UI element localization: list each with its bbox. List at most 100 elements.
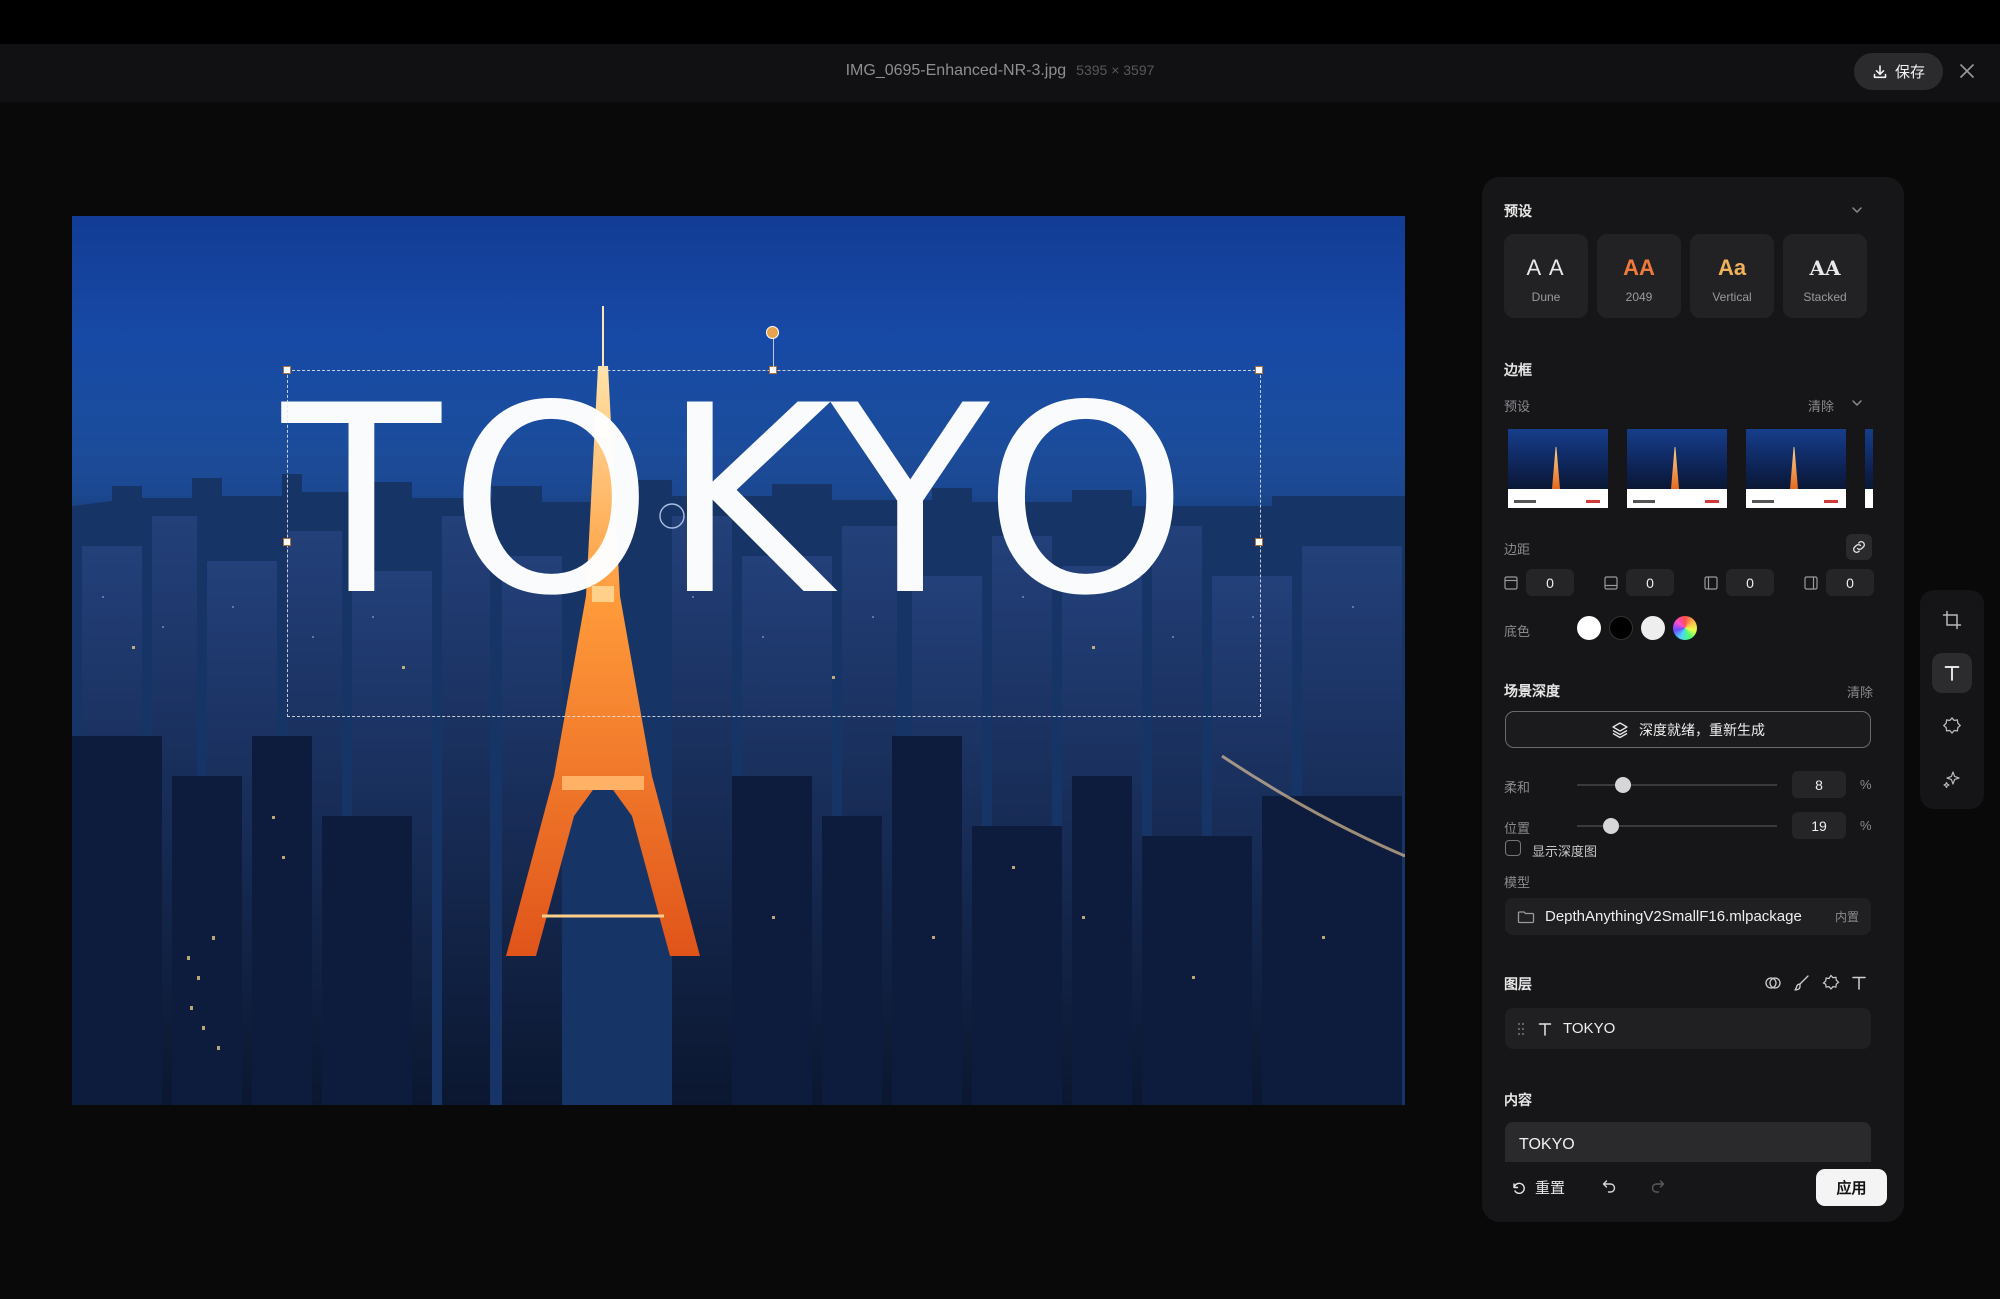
margin-left-input[interactable]: 0	[1726, 569, 1774, 596]
swatch-black[interactable]	[1609, 616, 1633, 640]
margin-left-icon	[1704, 576, 1718, 590]
preset-name: Stacked	[1803, 290, 1847, 304]
base-color-label: 底色	[1504, 624, 1531, 639]
margin-right-input[interactable]: 0	[1826, 569, 1874, 596]
image-canvas[interactable]: TOKYO	[72, 216, 1405, 1105]
model-name: DepthAnythingV2SmallF16.mlpackage	[1545, 908, 1802, 925]
preset-dune[interactable]: A A Dune	[1504, 234, 1588, 318]
show-depth-checkbox[interactable]	[1505, 840, 1521, 856]
selection-box	[287, 370, 1261, 717]
border-thumb[interactable]	[1508, 429, 1608, 508]
preset-name: 2049	[1625, 290, 1653, 304]
regenerate-depth-button[interactable]: 深度就绪，重新生成	[1505, 711, 1871, 748]
layer-name: TOKYO	[1563, 1020, 1616, 1037]
swatch-custom-color[interactable]	[1673, 616, 1697, 640]
text-layer-icon	[1537, 1021, 1553, 1037]
sparkle-icon	[1942, 769, 1962, 789]
chevron-down-icon[interactable]	[1850, 396, 1864, 410]
close-button[interactable]	[1954, 58, 1980, 84]
layers-heading: 图层	[1504, 976, 1532, 992]
undo-icon[interactable]	[1601, 1178, 1617, 1194]
margin-top-icon	[1504, 576, 1518, 590]
border-thumb[interactable]	[1746, 429, 1846, 508]
reset-label: 重置	[1535, 1180, 1566, 1197]
border-thumb[interactable]	[1627, 429, 1727, 508]
reset-icon	[1511, 1180, 1527, 1196]
model-label: 模型	[1504, 875, 1531, 890]
inspector-panel: 预设 A A Dune AA 2049 Aa Vertical AA Stack…	[1482, 177, 1904, 1222]
badge-icon[interactable]	[1822, 974, 1840, 992]
position-label: 位置	[1504, 821, 1531, 836]
window-top-strip	[0, 0, 2000, 44]
chevron-down-icon[interactable]	[1850, 203, 1864, 217]
tool-rail	[1920, 590, 1984, 809]
depth-heading: 场景深度	[1504, 683, 1560, 699]
margin-top-input[interactable]: 0	[1526, 569, 1574, 596]
resize-handle-left[interactable]	[283, 538, 291, 546]
drag-handle-icon[interactable]	[1517, 1022, 1525, 1036]
preset-glyph: AA	[1623, 255, 1655, 280]
model-badge: 内置	[1834, 910, 1859, 924]
margin-right-icon	[1804, 576, 1818, 590]
preset-name: Vertical	[1712, 290, 1752, 304]
reset-button[interactable]: 重置	[1511, 1177, 1565, 1198]
image-dimensions: 5395 × 3597	[1076, 62, 1155, 78]
file-name: IMG_0695-Enhanced-NR-3.jpg	[845, 62, 1067, 79]
softness-label: 柔和	[1504, 780, 1531, 795]
preset-name: Dune	[1531, 290, 1561, 304]
resize-handle-right[interactable]	[1255, 538, 1263, 546]
margin-label: 边距	[1504, 542, 1531, 557]
regenerate-depth-label: 深度就绪，重新生成	[1639, 721, 1765, 738]
presets-heading: 预设	[1504, 203, 1532, 219]
preset-glyph: AA	[1809, 256, 1841, 280]
apply-button[interactable]: 应用	[1816, 1169, 1887, 1206]
save-label: 保存	[1894, 64, 1925, 81]
resize-handle-top-right[interactable]	[1255, 366, 1263, 374]
layer-item[interactable]: TOKYO	[1505, 1008, 1871, 1049]
margin-bottom-icon	[1604, 576, 1618, 590]
swatch-light-gray[interactable]	[1641, 616, 1665, 640]
badge-icon	[1942, 716, 1962, 736]
softness-slider-knob[interactable]	[1615, 777, 1631, 793]
content-heading: 内容	[1504, 1092, 1532, 1108]
border-clear-button[interactable]: 清除	[1808, 396, 1834, 415]
preset-glyph: Aa	[1717, 255, 1747, 280]
crop-icon	[1942, 610, 1962, 630]
save-button[interactable]: 保存	[1854, 53, 1943, 90]
position-slider-knob[interactable]	[1603, 818, 1619, 834]
model-selector[interactable]: DepthAnythingV2SmallF16.mlpackage 内置	[1505, 898, 1871, 935]
mask-icon[interactable]	[1764, 974, 1782, 992]
border-thumb[interactable]	[1865, 429, 1873, 508]
position-value[interactable]: 19	[1792, 812, 1846, 839]
layers-icon	[1611, 721, 1629, 739]
preset-2049[interactable]: AA 2049	[1597, 234, 1681, 318]
crop-tool-button[interactable]	[1932, 600, 1972, 640]
softness-value[interactable]: 8	[1792, 771, 1846, 798]
position-unit: %	[1860, 818, 1872, 833]
folder-icon	[1517, 909, 1535, 925]
resize-handle-top-left[interactable]	[283, 366, 291, 374]
softness-slider-track[interactable]	[1577, 784, 1777, 786]
document-title: IMG_0695-Enhanced-NR-3.jpg 5395 × 3597	[0, 62, 2000, 80]
depth-clear-button[interactable]: 清除	[1847, 682, 1873, 701]
show-depth-label: 显示深度图	[1532, 844, 1598, 859]
add-text-icon[interactable]	[1850, 974, 1868, 992]
border-preset-label: 预设	[1504, 399, 1531, 414]
swatch-white[interactable]	[1577, 616, 1601, 640]
softness-unit: %	[1860, 777, 1872, 792]
brush-icon[interactable]	[1793, 974, 1811, 992]
download-icon	[1872, 64, 1888, 80]
margin-bottom-input[interactable]: 0	[1626, 569, 1674, 596]
preset-glyph: A A	[1526, 255, 1566, 280]
text-icon	[1942, 663, 1962, 683]
preset-stacked[interactable]: AA Stacked	[1783, 234, 1867, 318]
redo-icon[interactable]	[1650, 1178, 1666, 1194]
text-tool-button[interactable]	[1932, 653, 1972, 693]
preset-vertical[interactable]: Aa Vertical	[1690, 234, 1774, 318]
border-heading: 边框	[1504, 362, 1532, 378]
link-icon[interactable]	[1846, 534, 1872, 560]
rotation-handle[interactable]	[766, 326, 779, 339]
close-icon	[1960, 64, 1974, 78]
badge-tool-button[interactable]	[1932, 706, 1972, 746]
effects-tool-button[interactable]	[1932, 759, 1972, 799]
